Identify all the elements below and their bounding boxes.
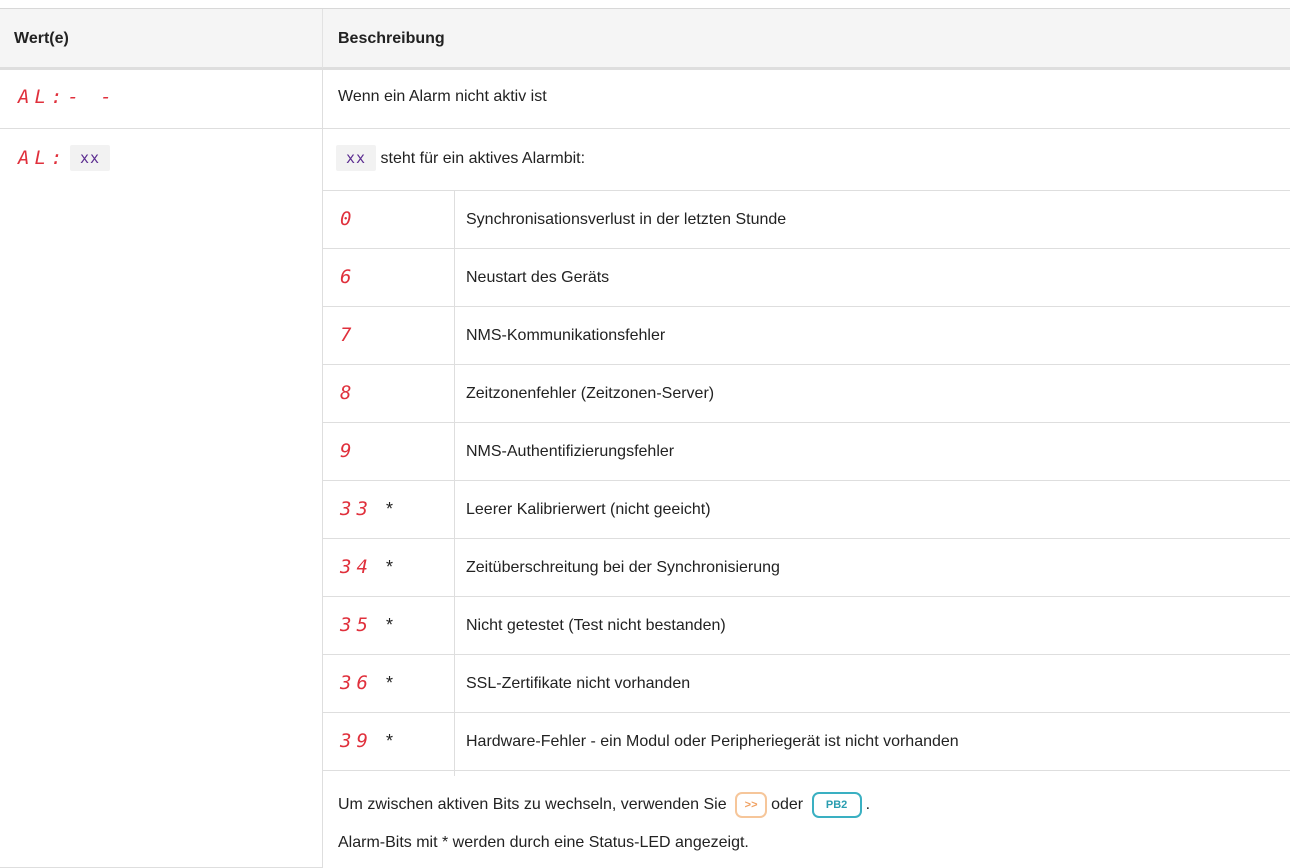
header-description: Beschreibung [338,30,445,47]
row-separator [322,248,1290,249]
row-description: xx steht für ein aktives Alarmbit: [336,145,585,171]
alarm-code: 6 [340,266,357,288]
alarm-description: Neustart des Geräts [466,269,610,286]
display-code-wrap: xx [70,145,111,171]
alarm-code: 7 [340,324,357,346]
description-text: steht für ein aktives Alarmbit: [380,150,586,167]
alarm-description: Zeitüberschreitung bei der Synchronisier… [466,559,780,576]
switch-bits-label: Um zwischen aktiven Bits zu wechseln, ve… [338,796,727,814]
led-marker: * [386,615,394,635]
table-header: Wert(e) Beschreibung [0,8,1290,70]
or-label: oder [771,796,804,814]
alarm-description: Nicht getestet (Test nicht bestanden) [466,617,726,634]
display-code: xx [70,145,111,171]
row-separator [322,480,1290,481]
period-label: . [865,796,871,814]
alarm-description: Zeitzonenfehler (Zeitzonen-Server) [466,385,715,402]
alarm-description: Leerer Kalibrierwert (nicht geeicht) [466,501,711,518]
row-separator [322,422,1290,423]
alarm-description: NMS-Authentifizierungsfehler [466,443,675,460]
header-value: Wert(e) [14,30,69,47]
row-separator [0,128,1290,129]
led-marker: * [386,731,394,751]
alarm-table: Wert(e) Beschreibung AL:- - Wenn ein Ala… [0,8,1290,868]
alarm-code: 36 [340,672,373,694]
alarm-code: 34 [340,556,373,578]
led-marker: * [386,499,394,519]
status-led-note: Alarm-Bits mit * werden durch eine Statu… [338,834,749,851]
led-marker: * [386,673,394,693]
row-separator [322,596,1290,597]
alarm-code: 8 [340,382,357,404]
row-separator [322,190,1290,191]
switch-bits-text: Um zwischen aktiven Bits zu wechseln, ve… [338,792,870,818]
alarm-description: Hardware-Fehler - ein Modul oder Periphe… [466,733,959,750]
header-divider [322,9,323,68]
alarm-description: SSL-Zertifikate nicht vorhanden [466,675,691,692]
row-separator [322,306,1290,307]
led-marker: * [386,557,394,577]
row-description: Wenn ein Alarm nicht aktiv ist [338,88,547,105]
display-alarm-prefix: AL: [18,147,68,169]
display-alarm-inactive: AL:- - [18,86,117,108]
row-separator [322,654,1290,655]
alarm-code: 9 [340,440,357,462]
alarm-code: 0 [340,208,357,230]
row-separator [322,538,1290,539]
alarm-description: Synchronisationsverlust in der letzten S… [466,211,787,228]
row-separator [322,712,1290,713]
alarm-code: 35 [340,614,373,636]
next-key-icon: >> [735,792,768,818]
alarm-code: 39 [340,730,373,752]
description-code: xx [336,145,377,171]
alarm-code: 33 [340,498,373,520]
row-separator [322,770,1290,771]
pb2-key-icon: PB2 [811,792,862,818]
alarm-description: NMS-Kommunikationsfehler [466,327,666,344]
subcolumn-divider [454,191,455,776]
row-separator [322,364,1290,365]
